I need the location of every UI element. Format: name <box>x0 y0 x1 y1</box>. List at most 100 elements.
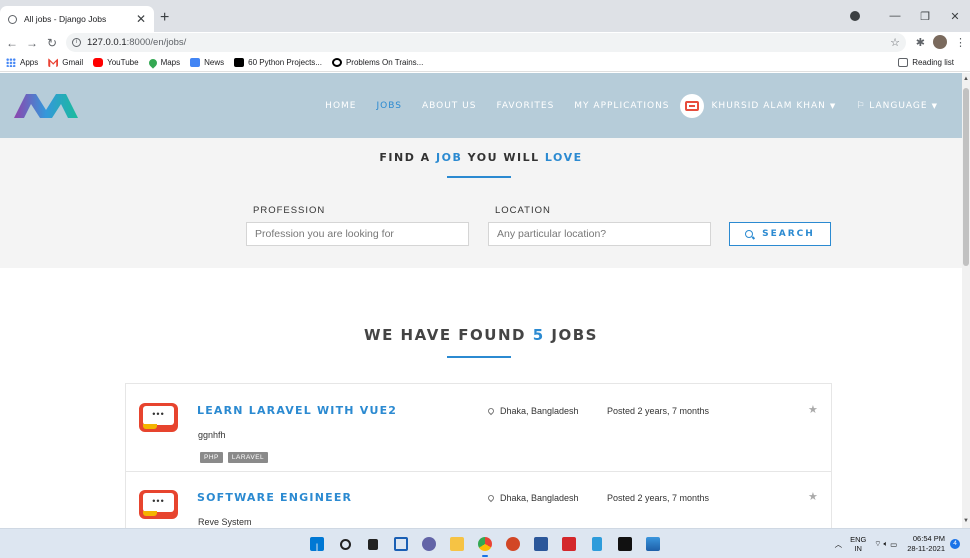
nav-my-applications[interactable]: MY APPLICATIONS <box>574 101 669 111</box>
bookmark-problems-on-trains[interactable]: Problems On Trains... <box>331 58 423 67</box>
scrollbar-thumb[interactable] <box>963 88 969 266</box>
extensions-icon[interactable]: ✱ <box>916 36 925 49</box>
title-underline <box>447 176 511 178</box>
reading-list[interactable]: Reading list <box>898 58 954 67</box>
address-toolbar: ← → ↻ i 127.0.0.1:8000/en/jobs/ ☆ ✱ ⋮ <box>0 32 970 54</box>
bookmarks-bar: Apps Gmail YouTube Maps News 60 Python P… <box>0 54 970 72</box>
profile-dot-icon[interactable] <box>850 11 860 21</box>
profession-label: PROFESSION <box>253 205 326 216</box>
scroll-up-icon[interactable]: ▲ <box>963 76 969 82</box>
nav-user-menu[interactable]: KHURSID ALAM KHAN ▼ <box>712 101 837 111</box>
browser-tab[interactable]: All jobs - Django Jobs ✕ <box>0 6 154 32</box>
job-tags: PHP LARAVEL <box>200 452 269 463</box>
system-clock[interactable]: 06:54 PM 28-11-2021 <box>907 534 945 554</box>
job-title[interactable]: LEARN LARAVEL WITH VUE2 <box>197 404 397 417</box>
wifi-icon[interactable]: ⌔ <box>874 539 881 549</box>
input-language[interactable]: ENG IN <box>850 535 866 553</box>
word-icon[interactable] <box>531 534 551 554</box>
caret-down-icon: ▼ <box>829 101 837 110</box>
job-posted-date: Posted 2 years, 7 months <box>607 493 710 503</box>
tab-title: All jobs - Django Jobs <box>24 14 107 24</box>
toolbar-right: ✱ ⋮ <box>916 35 966 49</box>
back-icon[interactable]: ← <box>2 36 22 50</box>
job-posted-date: Posted 2 years, 7 months <box>607 406 710 416</box>
profession-input[interactable] <box>246 222 469 246</box>
tag-badge[interactable]: PHP <box>200 452 223 463</box>
task-view-icon[interactable] <box>363 534 383 554</box>
nav-about-us[interactable]: ABOUT US <box>422 101 477 111</box>
company-logo <box>139 403 178 432</box>
forward-icon[interactable]: → <box>22 36 42 50</box>
job-location: Dhaka, Bangladesh <box>486 406 579 416</box>
chat-icon <box>684 100 699 111</box>
close-window-icon[interactable]: ✕ <box>940 10 970 23</box>
user-avatar[interactable] <box>679 93 704 118</box>
bookmark-apps[interactable]: Apps <box>6 58 38 67</box>
job-search-section: FIND A JOB YOU WILL LOVE PROFESSION LOCA… <box>0 138 962 268</box>
chrome-icon[interactable] <box>475 534 495 557</box>
reload-icon[interactable]: ↻ <box>42 36 62 50</box>
results-underline <box>447 356 511 358</box>
search-icon[interactable] <box>335 534 355 554</box>
restore-icon[interactable]: ❐ <box>910 10 940 23</box>
bookmark-news[interactable]: News <box>190 58 224 67</box>
info-icon[interactable]: i <box>72 38 81 47</box>
tray-chevron-icon[interactable]: ︿ <box>835 539 843 550</box>
url-bar[interactable]: i 127.0.0.1:8000/en/jobs/ ☆ <box>66 33 906 52</box>
url-host: 127.0.0.1 <box>87 37 127 48</box>
scroll-down-icon[interactable]: ▼ <box>963 518 969 524</box>
bookmark-python-projects[interactable]: 60 Python Projects... <box>234 58 322 67</box>
bookmark-gmail[interactable]: Gmail <box>48 58 83 67</box>
reading-list-icon <box>898 58 909 67</box>
system-tray: ︿ ENG IN ⌔ 🔈︎ ▭ 06:54 PM 28-11-2021 4 <box>835 532 960 556</box>
windows-start-icon[interactable] <box>307 534 327 554</box>
translate-icon: ⚐ <box>856 100 866 111</box>
notepad-icon[interactable] <box>587 534 607 554</box>
job-card[interactable]: LEARN LARAVEL WITH VUE2 ggnhfh PHP LARAV… <box>126 384 831 472</box>
terminal-icon[interactable] <box>615 534 635 554</box>
tag-badge[interactable]: LARAVEL <box>227 452 269 463</box>
teams-chat-icon[interactable] <box>419 534 439 554</box>
volume-icon[interactable]: 🔈︎ <box>884 539 889 549</box>
bookmark-star-icon[interactable]: ☆ <box>890 36 900 49</box>
powerpoint-icon[interactable] <box>503 534 523 554</box>
site-header: HOME JOBS ABOUT US FAVORITES MY APPLICAT… <box>0 73 962 138</box>
github-icon <box>331 58 342 67</box>
location-label: LOCATION <box>495 205 551 216</box>
acrobat-icon[interactable] <box>559 534 579 554</box>
news-icon <box>190 58 201 67</box>
nav-language-menu[interactable]: ⚐ LANGUAGE ▼ <box>856 101 938 111</box>
job-title[interactable]: SOFTWARE ENGINEER <box>197 491 352 504</box>
nav-home[interactable]: HOME <box>325 101 356 111</box>
widgets-icon[interactable] <box>391 534 411 554</box>
map-pin-icon <box>486 406 496 416</box>
profile-avatar[interactable] <box>933 35 947 49</box>
minimize-icon[interactable]: — <box>880 10 910 22</box>
menu-icon[interactable]: ⋮ <box>955 36 966 49</box>
job-list: LEARN LARAVEL WITH VUE2 ggnhfh PHP LARAV… <box>125 383 832 528</box>
results-heading: WE HAVE FOUND 5 JOBS <box>364 326 598 344</box>
hero-title: FIND A JOB YOU WILL LOVE <box>379 151 583 164</box>
nav-favorites[interactable]: FAVORITES <box>496 101 554 111</box>
notification-badge[interactable]: 4 <box>950 539 960 549</box>
site-logo[interactable] <box>14 90 78 120</box>
tab-close-icon[interactable]: ✕ <box>136 12 146 26</box>
bookmark-maps[interactable]: Maps <box>146 56 180 69</box>
file-explorer-icon[interactable] <box>447 534 467 554</box>
battery-icon[interactable]: ▭ <box>890 540 897 549</box>
location-input[interactable] <box>488 222 711 246</box>
photos-icon[interactable] <box>643 534 663 554</box>
favorite-star-icon[interactable]: ★ <box>808 403 818 416</box>
bookmark-youtube[interactable]: YouTube <box>93 58 139 67</box>
nav-jobs[interactable]: JOBS <box>376 101 401 111</box>
favorite-star-icon[interactable]: ★ <box>808 490 818 503</box>
search-button[interactable]: SEARCH <box>729 222 831 246</box>
job-location: Dhaka, Bangladesh <box>486 493 579 503</box>
job-card[interactable]: SOFTWARE ENGINEER Reve System Dhaka, Ban… <box>126 471 831 528</box>
new-tab-icon[interactable]: + <box>160 9 169 27</box>
job-company: ggnhfh <box>198 430 226 440</box>
gmail-icon <box>48 58 59 67</box>
job-company: Reve System <box>198 517 252 527</box>
map-pin-icon <box>486 493 496 503</box>
window-controls: — ❐ ✕ <box>850 0 970 32</box>
